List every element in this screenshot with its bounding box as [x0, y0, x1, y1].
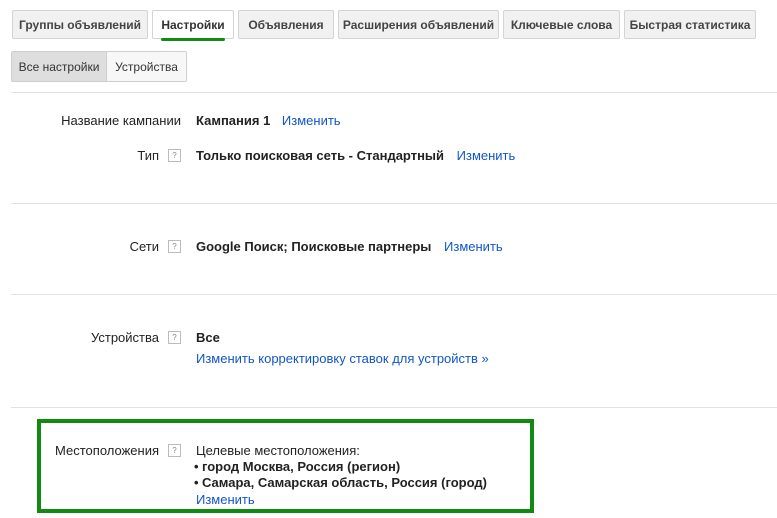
edit-device-bid-adjustments-link[interactable]: Изменить корректировку ставок для устрой… [196, 351, 489, 366]
tab-bar: Группы объявлений Настройки Объявления Р… [12, 10, 760, 41]
locations-highlight-box [37, 419, 534, 513]
networks-label-text: Сети [129, 239, 159, 254]
help-icon[interactable]: ? [168, 149, 181, 162]
divider [11, 92, 777, 93]
campaign-name-row: Кампания 1 Изменить [196, 113, 341, 128]
type-label-text: Тип [137, 148, 159, 163]
tab-keywords[interactable]: Ключевые слова [503, 10, 620, 39]
campaign-name-value: Кампания 1 [196, 113, 271, 128]
devices-row: Все Изменить корректировку ставок для ус… [196, 330, 489, 366]
tab-settings[interactable]: Настройки [152, 10, 234, 41]
tab-quick-stats[interactable]: Быстрая статистика [624, 10, 756, 39]
networks-label: Сети ? [130, 239, 181, 254]
subtab-all-settings[interactable]: Все настройки [11, 51, 106, 82]
type-label: Тип ? [137, 148, 181, 163]
devices-value: Все [196, 330, 220, 345]
edit-type-link[interactable]: Изменить [457, 148, 516, 163]
settings-view-toggle: Все настройки Устройства [11, 51, 187, 82]
edit-campaign-name-link[interactable]: Изменить [282, 113, 341, 128]
help-icon[interactable]: ? [168, 240, 181, 253]
devices-label: Устройства ? [91, 330, 181, 345]
divider [11, 203, 777, 204]
tab-ad-extensions[interactable]: Расширения объявлений [338, 10, 499, 39]
divider [11, 294, 777, 295]
campaign-name-label: Название кампании [61, 113, 181, 128]
divider [11, 407, 777, 408]
edit-networks-link[interactable]: Изменить [444, 239, 503, 254]
help-icon[interactable]: ? [168, 331, 181, 344]
networks-row: Google Поиск; Поисковые партнеры Изменит… [196, 239, 503, 254]
tab-settings-label: Настройки [161, 17, 225, 32]
campaign-name-label-text: Название кампании [61, 113, 181, 128]
type-row: Только поисковая сеть - Стандартный Изме… [196, 148, 515, 163]
active-tab-indicator [161, 38, 225, 41]
subtab-devices[interactable]: Устройства [106, 51, 187, 82]
tab-ads[interactable]: Объявления [238, 10, 334, 39]
tab-ad-groups[interactable]: Группы объявлений [12, 10, 148, 39]
devices-label-text: Устройства [90, 330, 159, 345]
type-value: Только поисковая сеть - Стандартный [196, 148, 445, 163]
networks-value: Google Поиск; Поисковые партнеры [196, 239, 432, 254]
